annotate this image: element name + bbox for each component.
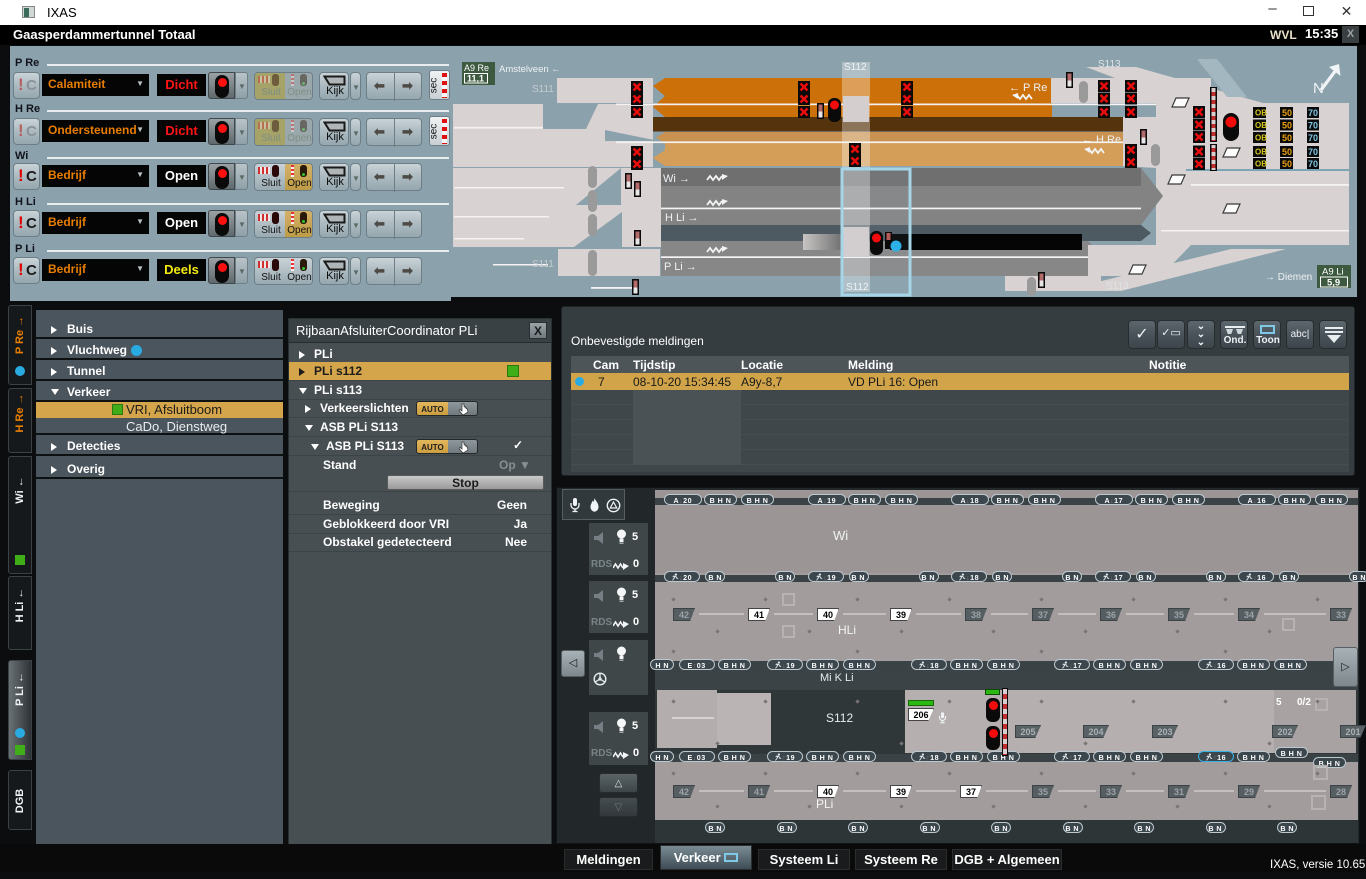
svg-text:S111: S111 <box>532 259 554 270</box>
svg-text:11,1: 11,1 <box>467 74 484 84</box>
svg-text:70: 70 <box>1308 147 1318 157</box>
svg-text:S113: S113 <box>1106 281 1129 292</box>
svg-text:S112: S112 <box>846 282 869 293</box>
svg-text:5,9: 5,9 <box>1327 278 1340 289</box>
svg-text:70: 70 <box>1308 121 1318 131</box>
svg-text:S113: S113 <box>1098 59 1121 70</box>
svg-text:Amstelveen ←: Amstelveen ← <box>499 64 561 75</box>
svg-text:A9 Li: A9 Li <box>1322 267 1344 278</box>
svg-text:50: 50 <box>1282 159 1292 169</box>
svg-text:50: 50 <box>1282 108 1292 118</box>
svg-text:70: 70 <box>1308 133 1318 143</box>
svg-text:→ Diemen: → Diemen <box>1265 272 1312 283</box>
svg-text:OB: OB <box>1255 160 1267 169</box>
svg-text:70: 70 <box>1308 108 1318 118</box>
svg-text:50: 50 <box>1282 133 1292 143</box>
svg-text:A9 Re: A9 Re <box>464 63 489 73</box>
svg-text:Wi →: Wi → <box>663 173 690 185</box>
svg-text:50: 50 <box>1282 121 1292 131</box>
svg-text:OB: OB <box>1255 109 1267 118</box>
svg-text:← P Re: ← P Re <box>1009 82 1047 94</box>
svg-text:← H Re: ← H Re <box>1082 134 1121 146</box>
svg-text:S111: S111 <box>532 84 554 95</box>
svg-text:H Li →: H Li → <box>665 212 699 224</box>
svg-text:S112: S112 <box>844 62 867 73</box>
svg-text:50: 50 <box>1282 147 1292 157</box>
svg-text:OB: OB <box>1255 134 1267 143</box>
svg-text:N: N <box>1313 80 1324 97</box>
svg-text:OB: OB <box>1255 148 1267 157</box>
svg-text:OB: OB <box>1255 121 1267 130</box>
svg-text:P Li →: P Li → <box>664 261 697 273</box>
svg-text:70: 70 <box>1308 159 1318 169</box>
